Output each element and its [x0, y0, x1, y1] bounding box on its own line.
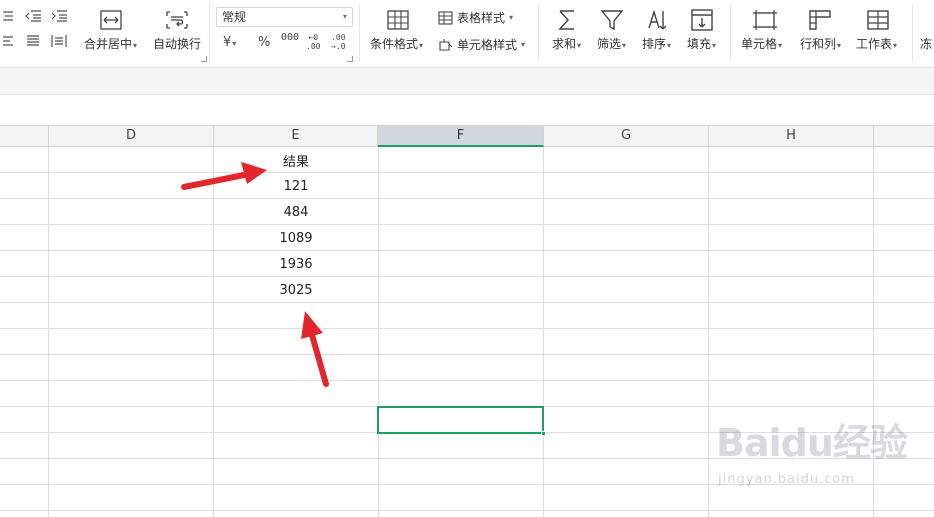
column-header-partial[interactable] — [0, 126, 49, 147]
currency-format-button[interactable]: ¥▾ — [223, 35, 236, 50]
grid-line — [0, 276, 934, 277]
ribbon-bottom-bar — [0, 68, 934, 94]
conditional-format-icon[interactable] — [386, 9, 410, 31]
distribute-icon[interactable] — [50, 34, 68, 48]
column-header-e[interactable]: E — [214, 126, 378, 147]
grid-line — [0, 302, 934, 303]
worksheet-icon[interactable] — [866, 9, 890, 31]
freeze-button[interactable]: 冻 — [920, 37, 932, 51]
cells-button[interactable]: 单元格▾ — [741, 37, 782, 53]
grid-line — [0, 250, 934, 251]
separator — [209, 4, 210, 62]
grid-line — [0, 380, 934, 381]
merge-center-button[interactable]: 合并居中▾ — [84, 37, 137, 53]
grid-line — [0, 354, 934, 355]
wrap-text-button[interactable]: 自动换行 — [153, 37, 201, 51]
separator — [359, 4, 360, 62]
grid-line — [213, 147, 214, 517]
column-header-row: D E F G H — [0, 125, 934, 147]
active-cell-selection[interactable] — [377, 406, 546, 436]
filter-icon[interactable] — [600, 8, 624, 32]
align-left-icon[interactable] — [0, 34, 16, 48]
fill-icon[interactable] — [690, 8, 714, 32]
row-column-button[interactable]: 行和列▾ — [800, 37, 841, 53]
grid-line — [48, 147, 49, 517]
number-format-select[interactable]: 常规 ▾ — [216, 7, 353, 27]
grid-line — [0, 328, 934, 329]
column-header-f[interactable]: F — [378, 126, 544, 147]
thousands-separator-button[interactable]: 000 — [281, 33, 299, 43]
decimal-increase-button[interactable]: ←0 .00 — [306, 33, 320, 51]
cell-e6[interactable]: 3025 — [214, 283, 378, 298]
sum-icon[interactable] — [556, 8, 578, 32]
decimal-decrease-button[interactable]: .00 →.0 — [331, 33, 345, 51]
grid-line — [708, 147, 709, 517]
cell-style-button[interactable]: 单元格样式 ▾ — [438, 36, 525, 53]
row-column-icon[interactable] — [808, 9, 832, 31]
grid-line — [543, 147, 544, 517]
cell-e4[interactable]: 1089 — [214, 231, 378, 246]
percent-format-button[interactable]: % — [258, 35, 270, 50]
cell-e5[interactable]: 1936 — [214, 257, 378, 272]
worksheet-button[interactable]: 工作表▾ — [856, 37, 897, 53]
indent-decrease-icon[interactable] — [24, 9, 42, 23]
red-arrow-icon — [181, 162, 267, 190]
fill-handle[interactable] — [541, 431, 546, 436]
watermark-logo: Baidu经验 — [716, 421, 908, 465]
table-style-icon — [438, 10, 453, 25]
grid-line — [0, 172, 934, 173]
separator — [912, 4, 913, 62]
sort-icon[interactable] — [645, 8, 671, 32]
cell-e3[interactable]: 484 — [214, 205, 378, 220]
column-header-partial[interactable] — [874, 126, 934, 147]
filter-button[interactable]: 筛选▾ — [597, 37, 626, 53]
grid-line — [378, 147, 379, 517]
column-header-g[interactable]: G — [544, 126, 709, 147]
fill-button[interactable]: 填充▾ — [687, 37, 716, 53]
ribbon-toolbar: 合并居中▾ 自动换行 常规 ▾ ¥▾ % 000 ←0 .00 .00 →.0 条… — [0, 0, 934, 68]
formula-bar-area — [0, 94, 934, 118]
indent-increase-icon[interactable] — [50, 9, 68, 23]
sum-button[interactable]: 求和▾ — [552, 37, 581, 53]
watermark: Baidu经验 jingyan.baidu.com — [716, 412, 926, 512]
column-header-h[interactable]: H — [709, 126, 874, 147]
column-header-d[interactable]: D — [49, 126, 214, 147]
grid-line — [0, 224, 934, 225]
grid-line — [0, 198, 934, 199]
watermark-url: jingyan.baidu.com — [718, 472, 855, 487]
merge-center-icon[interactable] — [99, 9, 123, 31]
alignment-launcher[interactable] — [201, 56, 207, 62]
number-launcher[interactable] — [347, 56, 353, 62]
wrap-text-icon[interactable] — [165, 9, 189, 31]
cells-icon[interactable] — [752, 9, 778, 31]
justify-icon[interactable] — [24, 34, 42, 48]
table-style-button[interactable]: 表格样式 ▾ — [438, 9, 513, 26]
sort-button[interactable]: 排序▾ — [642, 37, 671, 53]
red-arrow-icon — [301, 311, 329, 387]
conditional-format-button[interactable]: 条件格式▾ — [370, 37, 423, 53]
chevron-down-icon: ▾ — [342, 12, 347, 21]
separator — [730, 4, 731, 62]
separator — [538, 4, 539, 62]
paint-bucket-icon — [439, 38, 453, 51]
align-top-icon[interactable] — [0, 9, 16, 23]
